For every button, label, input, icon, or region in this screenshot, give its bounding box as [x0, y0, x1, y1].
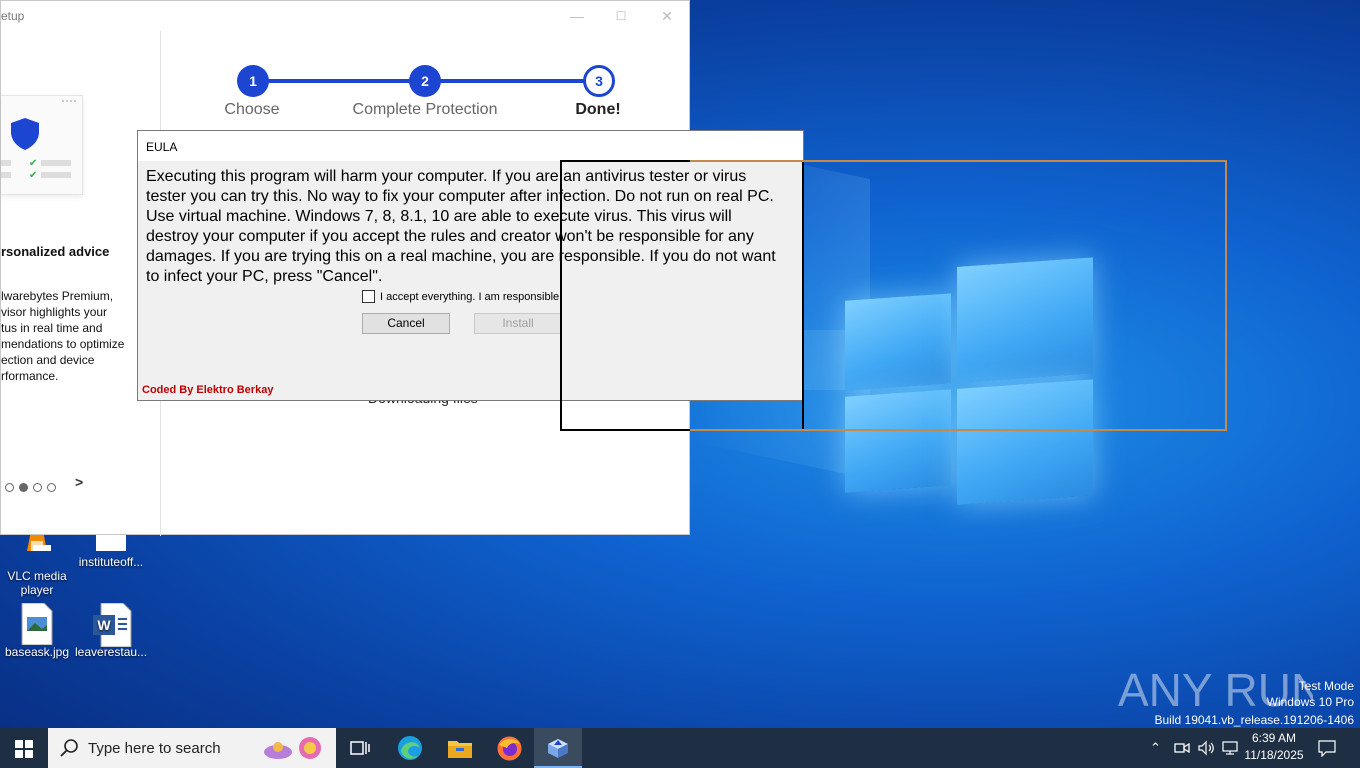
accept-checkbox-label[interactable]: I accept everything. I am responsible — [380, 291, 559, 303]
check-icon: ✔ — [29, 170, 38, 181]
shield-icon — [11, 118, 39, 150]
edge-icon — [398, 736, 422, 760]
search-highlight-icon — [264, 737, 321, 759]
author-credit: Coded By Elektro Berkay — [142, 384, 274, 396]
desktop-icon-image[interactable]: baseask.jpg — [1, 602, 73, 659]
carousel-dot[interactable] — [47, 483, 56, 492]
advice-body: lwarebytes Premium, visor highlights you… — [1, 289, 125, 383]
word-document-icon: W — [93, 602, 132, 648]
close-button[interactable]: ✕ — [655, 5, 679, 27]
install-button[interactable]: Install — [474, 313, 562, 334]
meet-now-icon[interactable] — [1174, 740, 1190, 756]
clock-time[interactable]: 6:39 AM — [1244, 731, 1304, 745]
check-icon: ✔ — [29, 158, 38, 169]
desktop-icon-label: baseask.jpg — [4, 645, 70, 659]
carousel-dot[interactable] — [33, 483, 42, 492]
window-title: etup — [1, 9, 25, 23]
folder-icon — [448, 741, 472, 758]
volume-icon[interactable] — [1198, 740, 1216, 756]
step-1-label: Choose — [224, 101, 280, 118]
installer-icon — [548, 739, 568, 758]
search-box[interactable]: Type here to search — [48, 728, 336, 768]
maximize-button[interactable]: ☐ — [609, 5, 633, 27]
highlight-rectangle — [690, 160, 1227, 431]
dialog-title: EULA — [138, 131, 803, 161]
file-explorer-button[interactable] — [435, 728, 483, 768]
watermark-edition: Windows 10 Pro — [1266, 695, 1354, 709]
image-file-icon — [19, 602, 55, 646]
show-hidden-icons-button[interactable]: ⌃ — [1150, 740, 1161, 756]
step-2-indicator: 2 — [409, 65, 441, 97]
watermark-build: Build 19041.vb_release.191206-1406 — [1154, 713, 1355, 727]
start-button[interactable] — [0, 728, 48, 768]
svg-text:W: W — [97, 617, 111, 633]
firefox-taskbar-button[interactable] — [485, 728, 533, 768]
cancel-button[interactable]: Cancel — [362, 313, 450, 334]
carousel-next-button[interactable]: > — [75, 474, 83, 490]
carousel-dots — [5, 479, 56, 497]
step-2-label: Complete Protection — [352, 101, 498, 118]
notifications-icon[interactable] — [1318, 740, 1336, 757]
task-view-icon — [350, 741, 370, 755]
desktop-icon-label: VLC media player — [7, 569, 67, 597]
windows-start-icon — [15, 740, 33, 758]
watermark-test-mode: Test Mode — [1298, 679, 1354, 693]
security-illustration: ✔ ✔ — [1, 95, 83, 195]
desktop-icon-label: instituteoff... — [78, 555, 144, 569]
desktop-icon-word[interactable]: W leaverestau... — [75, 602, 148, 659]
setup-taskbar-button[interactable] — [534, 728, 582, 768]
search-placeholder: Type here to search — [88, 740, 221, 757]
taskbar: Type here to search ⌃ 6:39 AM 11/18/2025 — [0, 728, 1360, 768]
clock-date[interactable]: 11/18/2025 — [1244, 748, 1304, 762]
carousel-dot[interactable] — [5, 483, 14, 492]
network-icon[interactable] — [1222, 740, 1240, 756]
firefox-icon — [497, 736, 522, 761]
advice-heading: rsonalized advice — [1, 244, 110, 259]
edge-taskbar-button[interactable] — [386, 728, 434, 768]
step-3-indicator: 3 — [583, 65, 615, 97]
carousel-dot-active[interactable] — [19, 483, 28, 492]
progress-steps: 1 2 3 Choose Complete Protection Done! — [201, 63, 641, 123]
anyrun-watermark-logo: ANY RUN — [1118, 658, 1324, 718]
step-3-label: Done! — [575, 101, 621, 118]
desktop-icon-label: leaverestau... — [75, 645, 148, 659]
step-1-indicator: 1 — [237, 65, 269, 97]
minimize-button[interactable]: — — [565, 5, 589, 27]
accept-checkbox[interactable] — [362, 290, 375, 303]
desktop-icon-vlc[interactable]: VLC media player — [1, 527, 73, 597]
search-icon — [60, 739, 78, 757]
task-view-button[interactable] — [336, 728, 384, 768]
